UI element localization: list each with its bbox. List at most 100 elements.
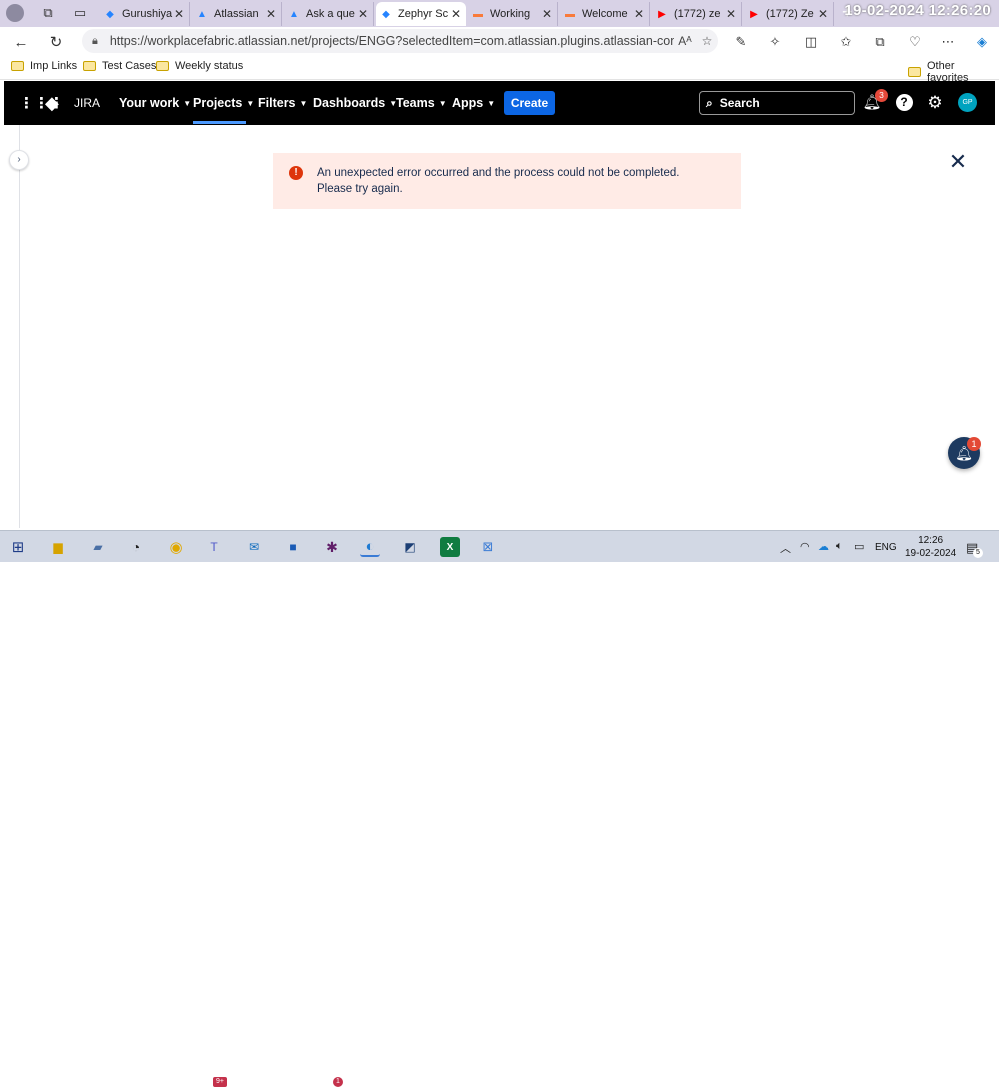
- refresh-icon[interactable]: ↻: [45, 31, 67, 53]
- excel-icon[interactable]: X: [440, 537, 460, 557]
- tab-zephyr-active[interactable]: ◆ Zephyr Sc ✕: [376, 2, 466, 26]
- tray-chevron-icon[interactable]: ︿: [780, 540, 791, 556]
- chevron-down-icon: ▼: [299, 98, 308, 108]
- edge-icon[interactable]: ◐: [360, 537, 380, 557]
- teams-icon[interactable]: T: [204, 537, 224, 557]
- address-bar[interactable]: 🔒︎ https://workplacefabric.atlassian.net…: [82, 29, 718, 53]
- app-icon-dark[interactable]: ◩: [400, 537, 420, 557]
- nav-dashboards[interactable]: Dashboards ▼: [313, 81, 397, 125]
- windows-taskbar: ⊞ ▆ ▰ ◔ ◉ T 9+ ✉ ■ ✱ 1 ◐ ◩ X ⊠ ︿ ◠ ☁ 🔈︎ …: [0, 530, 999, 1087]
- help-icon[interactable]: ?: [894, 93, 914, 113]
- snipping-tool-icon[interactable]: ⊠: [478, 537, 498, 557]
- nav-label: Teams: [396, 96, 435, 110]
- tab-label: Ask a que: [306, 8, 355, 20]
- notepad-icon[interactable]: ▰: [88, 537, 108, 557]
- close-tab-icon[interactable]: ✕: [450, 7, 462, 21]
- jira-icon: ◆: [106, 8, 114, 20]
- nav-teams[interactable]: Teams ▼: [396, 81, 447, 125]
- slack-badge: 1: [333, 1077, 343, 1087]
- close-tab-icon[interactable]: ✕: [173, 7, 185, 21]
- battery-icon[interactable]: ▭: [854, 540, 864, 553]
- browser-essentials-icon[interactable]: ♡: [905, 32, 925, 52]
- extension-pen-icon[interactable]: ✎: [731, 32, 751, 52]
- file-explorer-icon[interactable]: ▆: [48, 537, 68, 557]
- nav-apps[interactable]: Apps ▼: [452, 81, 495, 125]
- tab-welcome[interactable]: ▬ Welcome ✕: [560, 2, 650, 26]
- error-banner: ! An unexpected error occurred and the p…: [273, 153, 741, 209]
- chevron-down-icon: ▼: [183, 98, 192, 108]
- nav-filters[interactable]: Filters ▼: [258, 81, 307, 125]
- create-button[interactable]: Create: [504, 91, 555, 115]
- tab-actions-icon[interactable]: ▭: [70, 4, 90, 22]
- search-input[interactable]: ⌕ Search: [699, 91, 855, 115]
- jira-logo-icon[interactable]: ◆: [45, 81, 59, 125]
- app-icon-blue[interactable]: ■: [283, 537, 303, 557]
- bookmark-weekly-status[interactable]: Weekly status: [156, 60, 243, 72]
- notification-count-badge: 3: [875, 89, 888, 102]
- zephyr-icon: ▬: [565, 8, 575, 20]
- clock-app-icon[interactable]: ◔: [126, 537, 146, 557]
- youtube-icon: ▶: [750, 8, 758, 20]
- teams-badge: 9+: [213, 1077, 227, 1087]
- help-circle: ?: [895, 94, 913, 111]
- read-aloud-icon[interactable]: Aᴬ: [674, 34, 696, 48]
- close-icon[interactable]: ✕: [948, 151, 968, 173]
- search-icon: ⌕: [706, 95, 713, 110]
- close-tab-icon[interactable]: ✕: [725, 7, 737, 21]
- search-placeholder: Search: [719, 96, 760, 110]
- tab-label: Atlassian: [214, 8, 259, 20]
- workspaces-icon[interactable]: ⧉: [38, 4, 58, 22]
- profile-avatar[interactable]: [6, 4, 26, 22]
- bookmark-imp-links[interactable]: Imp Links: [11, 60, 77, 72]
- back-icon[interactable]: ←: [10, 31, 32, 53]
- close-tab-icon[interactable]: ✕: [817, 7, 829, 21]
- favorite-star-icon[interactable]: ☆: [696, 34, 718, 48]
- windows-start-icon[interactable]: ⊞: [8, 537, 28, 557]
- system-clock[interactable]: 12:26 19-02-2024: [905, 534, 956, 560]
- clock-date: 19-02-2024: [905, 548, 957, 559]
- jira-logo-text[interactable]: JIRA: [74, 81, 100, 125]
- folder-icon: [156, 61, 169, 71]
- tab-atlassian[interactable]: ▲ Atlassian ✕: [192, 2, 282, 26]
- wifi-icon[interactable]: ◠: [800, 540, 810, 553]
- tab-ask-a-question[interactable]: ▲ Ask a que ✕: [284, 2, 374, 26]
- bookmark-test-cases[interactable]: Test Cases: [83, 60, 156, 72]
- error-message: An unexpected error occurred and the pro…: [317, 167, 680, 195]
- volume-icon[interactable]: 🔈︎: [836, 540, 843, 553]
- jira-top-nav: ⋮⋮⋮ ◆ JIRA Your work ▼ Projects ▼ Filters ▼…: [4, 81, 995, 125]
- nav-label: Apps: [452, 96, 484, 110]
- tab-youtube-2[interactable]: ▶ (1772) Ze ✕: [744, 2, 834, 26]
- outlook-icon[interactable]: ✉: [244, 537, 264, 557]
- extensions-puzzle-icon[interactable]: ✧: [765, 32, 785, 52]
- close-tab-icon[interactable]: ✕: [265, 7, 277, 21]
- onedrive-icon[interactable]: ☁: [818, 540, 829, 553]
- language-indicator[interactable]: ENG: [875, 542, 897, 553]
- nav-projects[interactable]: Projects ▼: [193, 81, 254, 125]
- close-tab-icon[interactable]: ✕: [357, 7, 369, 21]
- favorites-icon[interactable]: ✩: [836, 32, 856, 52]
- split-screen-icon[interactable]: ◫: [801, 32, 821, 52]
- url-text[interactable]: https://workplacefabric.atlassian.net/pr…: [110, 34, 674, 48]
- close-tab-icon[interactable]: ✕: [541, 7, 553, 21]
- lock-icon: 🔒︎: [92, 34, 98, 47]
- tab-youtube-1[interactable]: ▶ (1772) ze ✕: [652, 2, 742, 26]
- nav-label: Your work: [119, 96, 180, 110]
- tab-gurushiya[interactable]: ◆ Gurushiya ✕: [100, 2, 190, 26]
- chrome-icon[interactable]: ◉: [166, 537, 186, 557]
- bookmark-label: Weekly status: [175, 60, 244, 72]
- bookmarks-bar: Imp Links Test Cases Weekly status Other…: [0, 56, 999, 84]
- settings-gear-icon[interactable]: ⚙: [925, 93, 945, 113]
- browser-tab-bar: ⧉ ▭ ◆ Gurushiya ✕ ▲ Atlassian ✕ ▲ Ask a …: [0, 0, 999, 27]
- more-menu-icon[interactable]: ⋯: [938, 32, 958, 52]
- tab-working[interactable]: ▬ Working ✕: [468, 2, 558, 26]
- close-tab-icon[interactable]: ✕: [633, 7, 645, 21]
- copilot-icon[interactable]: ◈: [972, 32, 992, 52]
- nav-your-work[interactable]: Your work ▼: [119, 81, 191, 125]
- folder-icon: [908, 67, 921, 77]
- zephyr-icon: ▬: [473, 8, 483, 20]
- expand-sidebar-button[interactable]: ›: [9, 150, 29, 170]
- error-icon: !: [289, 166, 303, 180]
- user-avatar[interactable]: GP: [958, 93, 977, 112]
- slack-icon[interactable]: ✱: [322, 537, 342, 557]
- collections-icon[interactable]: ⧉: [870, 32, 890, 52]
